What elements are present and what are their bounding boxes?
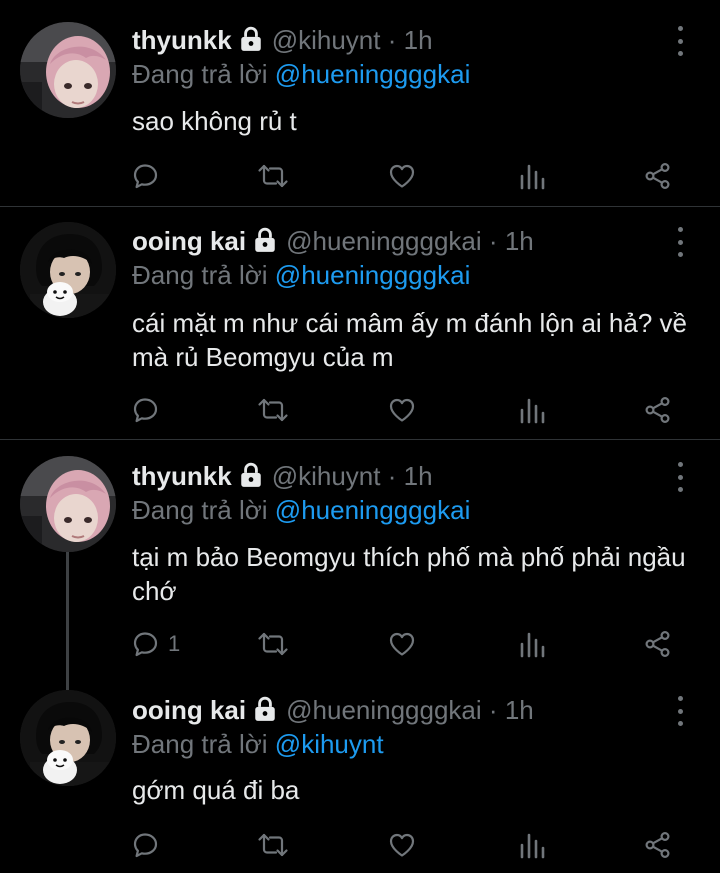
lock-icon: [238, 26, 264, 59]
reply-button[interactable]: [132, 830, 168, 860]
share-icon: [644, 396, 672, 424]
avatar[interactable]: [20, 456, 116, 552]
like-icon: [388, 831, 416, 859]
like-icon: [388, 162, 416, 190]
like-button[interactable]: [388, 629, 416, 659]
action-bar: [132, 395, 692, 425]
more-icon[interactable]: [672, 696, 688, 726]
analytics-icon: [518, 396, 546, 424]
display-name[interactable]: thyunkk: [132, 25, 232, 55]
display-name[interactable]: ooing kai: [132, 695, 246, 725]
more-icon[interactable]: [672, 227, 688, 257]
user-handle[interactable]: @kihuynt: [272, 461, 381, 491]
timestamp[interactable]: 1h: [404, 25, 433, 55]
lock-icon: [252, 227, 278, 260]
retweet-icon: [256, 831, 290, 859]
avatar[interactable]: [20, 222, 116, 318]
reply-icon: [132, 831, 160, 859]
action-bar: [132, 161, 692, 191]
tweet-text: cái mặt m như cái mâm ấy m đánh lộn ai h…: [132, 308, 687, 372]
separator-dot: ·: [488, 226, 498, 256]
reply-mention[interactable]: @kihuynt: [275, 729, 384, 759]
retweet-icon: [256, 162, 290, 190]
reply-button[interactable]: 1: [132, 629, 180, 659]
display-name[interactable]: thyunkk: [132, 461, 232, 491]
reply-mention[interactable]: @hueninggggkai: [275, 495, 471, 525]
analytics-icon: [518, 831, 546, 859]
avatar[interactable]: [20, 22, 116, 118]
separator-dot: ·: [488, 695, 498, 725]
share-icon: [644, 831, 672, 859]
reply-button[interactable]: [132, 395, 168, 425]
timestamp[interactable]: 1h: [505, 695, 534, 725]
share-button[interactable]: [644, 161, 672, 191]
reply-mention[interactable]: @hueninggggkai: [275, 260, 471, 290]
separator-dot: ·: [387, 461, 397, 491]
lock-icon: [252, 696, 278, 729]
retweet-button[interactable]: [256, 629, 290, 659]
more-icon[interactable]: [672, 462, 688, 492]
dark-hair-plush-avatar-image: [20, 222, 116, 318]
tweet-text: sao không rủ t: [132, 106, 297, 136]
action-bar: 1: [132, 629, 692, 659]
reply-mention[interactable]: @hueninggggkai: [275, 59, 471, 89]
separator-dot: ·: [387, 25, 397, 55]
dark-hair-plush-avatar-image: [20, 690, 116, 786]
pink-hair-avatar-image: [20, 22, 116, 118]
reply-prefix: Đang trả lời: [132, 729, 268, 759]
reply-prefix: Đang trả lời: [132, 59, 268, 89]
analytics-button[interactable]: [518, 395, 546, 425]
tweet-text: tại m bảo Beomgyu thích phố mà phố phải …: [132, 542, 686, 606]
share-button[interactable]: [644, 830, 672, 860]
retweet-icon: [256, 630, 290, 658]
share-icon: [644, 630, 672, 658]
reply-icon: [132, 630, 160, 658]
reply-count: 1: [168, 631, 181, 656]
like-button[interactable]: [388, 830, 416, 860]
reply-icon: [132, 396, 160, 424]
retweet-button[interactable]: [256, 830, 290, 860]
tweet[interactable]: ooing kai @hueninggggkai · 1h Đang trả lờ…: [0, 676, 720, 873]
user-handle[interactable]: @kihuynt: [272, 25, 381, 55]
reply-prefix: Đang trả lời: [132, 495, 268, 525]
timestamp[interactable]: 1h: [404, 461, 433, 491]
reply-button[interactable]: [132, 161, 168, 191]
tweet[interactable]: ooing kai @hueninggggkai · 1h Đang trả lờ…: [0, 207, 720, 439]
tweet[interactable]: thyunkk @kihuynt · 1h Đang trả lời @hueni…: [0, 0, 720, 206]
user-handle[interactable]: @hueninggggkai: [286, 226, 482, 256]
action-bar: [132, 830, 692, 860]
like-button[interactable]: [388, 395, 416, 425]
display-name[interactable]: ooing kai: [132, 226, 246, 256]
retweet-icon: [256, 396, 290, 424]
like-icon: [388, 630, 416, 658]
analytics-button[interactable]: [518, 161, 546, 191]
avatar[interactable]: [20, 690, 116, 786]
more-icon[interactable]: [672, 26, 688, 56]
analytics-button[interactable]: [518, 830, 546, 860]
retweet-button[interactable]: [256, 161, 290, 191]
analytics-icon: [518, 162, 546, 190]
analytics-icon: [518, 630, 546, 658]
reply-icon: [132, 162, 160, 190]
reply-prefix: Đang trả lời: [132, 260, 268, 290]
lock-icon: [238, 462, 264, 495]
like-button[interactable]: [388, 161, 416, 191]
tweet[interactable]: thyunkk @kihuynt · 1h Đang trả lời @hueni…: [0, 440, 720, 676]
like-icon: [388, 396, 416, 424]
analytics-button[interactable]: [518, 629, 546, 659]
share-icon: [644, 162, 672, 190]
timestamp[interactable]: 1h: [505, 226, 534, 256]
share-button[interactable]: [644, 629, 672, 659]
share-button[interactable]: [644, 395, 672, 425]
retweet-button[interactable]: [256, 395, 290, 425]
tweet-text: gớm quá đi ba: [132, 775, 300, 805]
user-handle[interactable]: @hueninggggkai: [286, 695, 482, 725]
pink-hair-avatar-image: [20, 456, 116, 552]
